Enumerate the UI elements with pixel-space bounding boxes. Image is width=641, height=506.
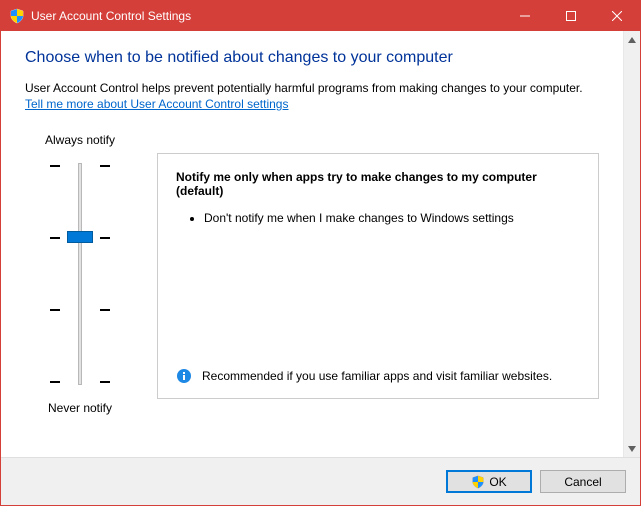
slider-tick	[50, 309, 110, 310]
description-bullets: Don't notify me when I make changes to W…	[176, 210, 580, 232]
recommendation-text: Recommended if you use familiar apps and…	[202, 368, 552, 384]
content-wrap: Choose when to be notified about changes…	[1, 31, 640, 457]
scroll-down-arrow[interactable]	[624, 440, 640, 457]
slider-label-always: Always notify	[45, 133, 115, 147]
info-icon	[176, 368, 192, 384]
ok-button-label: OK	[489, 475, 506, 489]
titlebar: User Account Control Settings	[1, 1, 640, 31]
slider-label-never: Never notify	[48, 401, 112, 415]
scroll-track[interactable]	[624, 48, 640, 440]
page-subtext: User Account Control helps prevent poten…	[25, 81, 599, 95]
slider-rail	[78, 163, 82, 385]
recommendation-row: Recommended if you use familiar apps and…	[176, 358, 580, 384]
cancel-button[interactable]: Cancel	[540, 470, 626, 493]
description-title: Notify me only when apps try to make cha…	[176, 170, 580, 198]
uac-settings-window: User Account Control Settings Choose whe…	[0, 0, 641, 506]
page-heading: Choose when to be notified about changes…	[25, 49, 599, 67]
scroll-up-arrow[interactable]	[624, 31, 640, 48]
shield-icon	[471, 475, 485, 489]
slider-tick	[50, 165, 110, 166]
slider-area: Always notify Never notify Notify me onl…	[25, 133, 599, 415]
notification-slider[interactable]	[50, 159, 110, 389]
content-area: Choose when to be notified about changes…	[1, 31, 623, 457]
slider-tick	[50, 381, 110, 382]
window-title: User Account Control Settings	[31, 9, 502, 23]
close-button[interactable]	[594, 1, 640, 31]
description-bullet: Don't notify me when I make changes to W…	[204, 210, 580, 226]
ok-button[interactable]: OK	[446, 470, 532, 493]
uac-shield-icon	[9, 8, 25, 24]
slider-thumb[interactable]	[67, 231, 93, 243]
minimize-button[interactable]	[502, 1, 548, 31]
description-panel: Notify me only when apps try to make cha…	[157, 153, 599, 399]
vertical-scrollbar[interactable]	[623, 31, 640, 457]
slider-column: Always notify Never notify	[25, 133, 135, 415]
learn-more-link[interactable]: Tell me more about User Account Control …	[25, 97, 288, 111]
cancel-button-label: Cancel	[564, 475, 601, 489]
maximize-button[interactable]	[548, 1, 594, 31]
dialog-footer: OK Cancel	[1, 457, 640, 505]
window-controls	[502, 1, 640, 31]
